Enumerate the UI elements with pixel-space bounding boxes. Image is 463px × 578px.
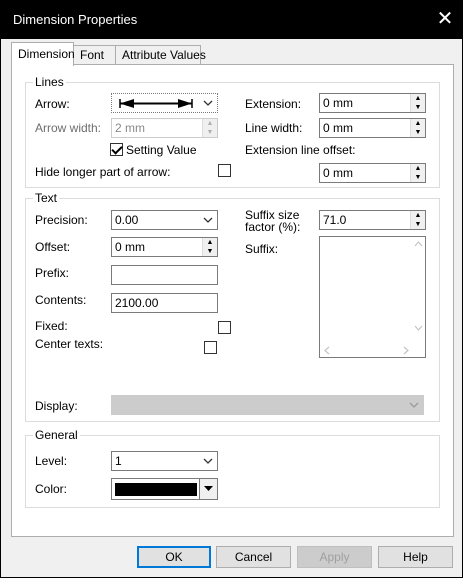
- arrow-width-label: Arrow width:: [35, 121, 102, 135]
- suffix-size-spinner[interactable]: 71.0 ▲ ▼: [319, 210, 426, 230]
- color-picker[interactable]: [111, 478, 218, 500]
- prefix-input[interactable]: [111, 265, 218, 285]
- lines-legend: Lines: [33, 75, 66, 89]
- contents-input[interactable]: 2100.00: [111, 293, 218, 313]
- suffix-label: Suffix:: [245, 242, 279, 256]
- cancel-button[interactable]: Cancel: [216, 546, 291, 568]
- spin-up-icon[interactable]: ▲: [411, 94, 425, 103]
- extension-label: Extension:: [245, 97, 302, 111]
- color-dropdown-button[interactable]: [199, 479, 217, 499]
- chevron-down-icon[interactable]: [407, 397, 421, 413]
- arrow-label: Arrow:: [35, 97, 70, 111]
- suffix-size-value: 71.0: [323, 213, 347, 227]
- general-group: [25, 435, 440, 508]
- precision-value: 0.00: [115, 213, 139, 227]
- triangle-down-icon: [204, 486, 213, 491]
- fixed-checkbox[interactable]: [218, 321, 231, 334]
- scroll-up-icon[interactable]: [414, 240, 423, 247]
- display-combo[interactable]: [111, 395, 424, 415]
- tab-font[interactable]: Font: [73, 45, 116, 65]
- close-icon[interactable]: ✕: [433, 7, 457, 31]
- color-swatch: [115, 483, 197, 496]
- spin-down-icon[interactable]: ▼: [203, 247, 217, 256]
- extension-spin[interactable]: ▲ ▼: [410, 94, 425, 112]
- ok-button[interactable]: OK: [137, 546, 211, 568]
- center-texts-checkbox[interactable]: [204, 341, 217, 354]
- spin-down-icon[interactable]: ▼: [411, 128, 425, 137]
- text-legend: Text: [33, 191, 60, 205]
- scroll-right-icon[interactable]: [403, 346, 410, 355]
- color-label: Color:: [35, 482, 68, 496]
- suffix-size-label-line2: factor (%):: [245, 220, 301, 234]
- spin-up-icon[interactable]: ▲: [411, 119, 425, 128]
- spin-down-icon[interactable]: ▼: [411, 173, 425, 182]
- extension-value: 0 mm: [323, 96, 353, 110]
- spin-up-icon[interactable]: ▲: [203, 238, 217, 247]
- offset-value: 0 mm: [115, 240, 145, 254]
- line-width-spin[interactable]: ▲ ▼: [410, 119, 425, 137]
- tab-attribute-values-label: Attribute Values: [122, 48, 206, 62]
- extension-offset-value: 0 mm: [323, 166, 353, 180]
- setting-value-checkbox[interactable]: [110, 143, 123, 156]
- spin-up-icon[interactable]: ▲: [411, 211, 425, 220]
- spin-down-icon[interactable]: ▼: [411, 220, 425, 229]
- tab-dimension[interactable]: Dimension: [11, 42, 75, 66]
- level-value: 1: [115, 454, 122, 468]
- hide-longer-checkbox[interactable]: [218, 164, 231, 177]
- line-width-spinner[interactable]: 0 mm ▲ ▼: [319, 118, 426, 138]
- tab-attribute-values[interactable]: Attribute Values: [115, 45, 206, 65]
- general-legend: General: [33, 428, 80, 442]
- spin-down-icon[interactable]: ▼: [411, 103, 425, 112]
- setting-value-label: Setting Value: [126, 143, 197, 157]
- line-width-value: 0 mm: [323, 121, 353, 135]
- precision-label: Precision:: [35, 213, 88, 227]
- offset-spin[interactable]: ▲ ▼: [202, 238, 217, 256]
- arrow-width-value: 2 mm: [115, 121, 145, 135]
- hide-longer-label: Hide longer part of arrow:: [35, 165, 171, 179]
- spin-up-icon[interactable]: ▲: [411, 164, 425, 173]
- chevron-down-icon[interactable]: [201, 453, 215, 469]
- precision-combo[interactable]: 0.00: [111, 210, 218, 230]
- suffix-size-spin[interactable]: ▲ ▼: [410, 211, 425, 229]
- center-texts-label: Center texts:: [35, 337, 104, 351]
- apply-button[interactable]: Apply: [297, 546, 372, 568]
- window-title: Dimension Properties: [13, 12, 138, 27]
- fixed-label: Fixed:: [35, 319, 68, 333]
- arrow-style-preview-icon: [119, 99, 193, 108]
- suffix-textarea[interactable]: [319, 236, 426, 358]
- extension-offset-spin[interactable]: ▲ ▼: [410, 164, 425, 182]
- chevron-down-icon[interactable]: [201, 212, 215, 228]
- scroll-left-icon[interactable]: [323, 346, 330, 355]
- level-combo[interactable]: 1: [111, 451, 218, 471]
- line-width-label: Line width:: [245, 121, 303, 135]
- tab-font-label: Font: [80, 48, 105, 62]
- extension-offset-label: Extension line offset:: [245, 143, 356, 157]
- dialog-window: Dimension Properties ✕ Dimension Font At…: [0, 0, 463, 578]
- help-button[interactable]: Help: [378, 546, 453, 568]
- chevron-down-icon[interactable]: [201, 95, 215, 111]
- tab-panel-dimension: Lines Arrow: Arrow width: 2 mm ▲ ▼ Setti…: [11, 64, 454, 537]
- contents-label: Contents:: [35, 293, 87, 307]
- tab-dimension-label: Dimension: [18, 47, 75, 61]
- arrow-width-spinner[interactable]: 2 mm ▲ ▼: [111, 118, 218, 138]
- spin-down-icon[interactable]: ▼: [203, 128, 217, 137]
- level-label: Level:: [35, 454, 68, 468]
- scroll-down-icon[interactable]: [414, 325, 423, 332]
- display-label: Display:: [35, 399, 78, 413]
- arrow-style-combo[interactable]: [111, 93, 218, 113]
- offset-label: Offset:: [35, 240, 71, 254]
- extension-offset-spinner[interactable]: 0 mm ▲ ▼: [319, 163, 426, 183]
- extension-spinner[interactable]: 0 mm ▲ ▼: [319, 93, 426, 113]
- arrow-width-spin[interactable]: ▲ ▼: [202, 119, 217, 137]
- offset-spinner[interactable]: 0 mm ▲ ▼: [111, 237, 218, 257]
- prefix-label: Prefix:: [35, 266, 70, 280]
- title-bar[interactable]: Dimension Properties ✕: [1, 1, 462, 39]
- spin-up-icon[interactable]: ▲: [203, 119, 217, 128]
